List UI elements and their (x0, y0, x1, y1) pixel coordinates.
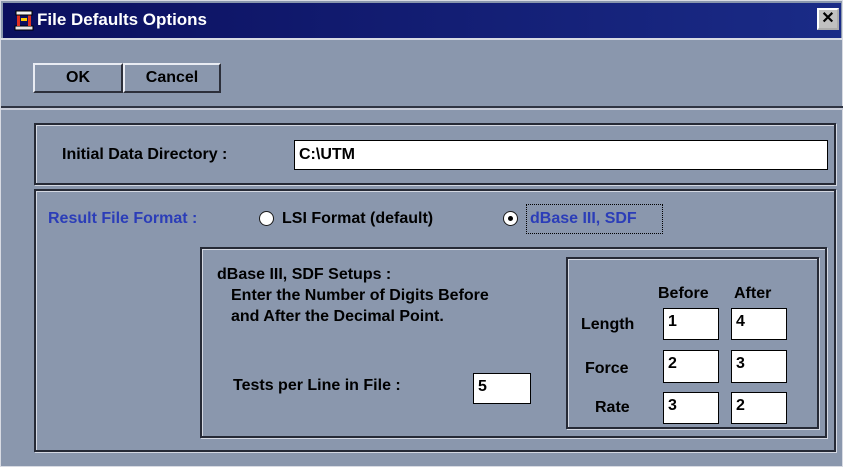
dbase-format-radio[interactable] (503, 211, 518, 226)
length-label: Length (581, 316, 635, 333)
directory-label: Initial Data Directory : (62, 146, 228, 163)
lsi-format-label[interactable]: LSI Format (default) (282, 210, 433, 228)
app-icon (14, 10, 34, 31)
tests-per-line-label: Tests per Line in File : (233, 377, 401, 394)
setup-instruction-2: and After the Decimal Point. (231, 308, 444, 325)
lsi-format-radio[interactable] (259, 211, 274, 226)
setup-title: dBase III, SDF Setups : (217, 266, 392, 283)
title-divider (1, 38, 843, 40)
length-after-input[interactable]: 4 (731, 308, 787, 340)
dbase-format-label[interactable]: dBase III, SDF (530, 210, 637, 228)
directory-input[interactable] (294, 140, 828, 170)
close-button[interactable]: ✕ (817, 8, 839, 30)
force-label: Force (585, 360, 629, 377)
force-after-input[interactable]: 3 (731, 350, 787, 383)
rate-label: Rate (595, 399, 630, 416)
window-title: File Defaults Options (37, 10, 208, 29)
title-bar[interactable]: File Defaults Options ✕ (3, 3, 841, 38)
cancel-button[interactable]: Cancel (123, 63, 221, 93)
ok-button[interactable]: OK (33, 63, 123, 93)
format-label: Result File Format : (48, 210, 198, 227)
after-header: After (734, 285, 772, 302)
tests-per-line-input[interactable]: 5 (473, 373, 531, 404)
toolbar-divider-highlight (1, 108, 843, 110)
force-before-input[interactable]: 2 (663, 350, 719, 383)
rate-before-input[interactable]: 3 (663, 392, 719, 424)
setup-instruction-1: Enter the Number of Digits Before (231, 287, 489, 304)
file-defaults-dialog: File Defaults Options ✕ OK Cancel Initia… (0, 0, 843, 467)
close-icon: ✕ (821, 10, 835, 27)
radio-selected-dot (508, 216, 513, 221)
before-header: Before (658, 285, 709, 302)
length-before-input[interactable]: 1 (663, 308, 719, 340)
rate-after-input[interactable]: 2 (731, 392, 787, 424)
